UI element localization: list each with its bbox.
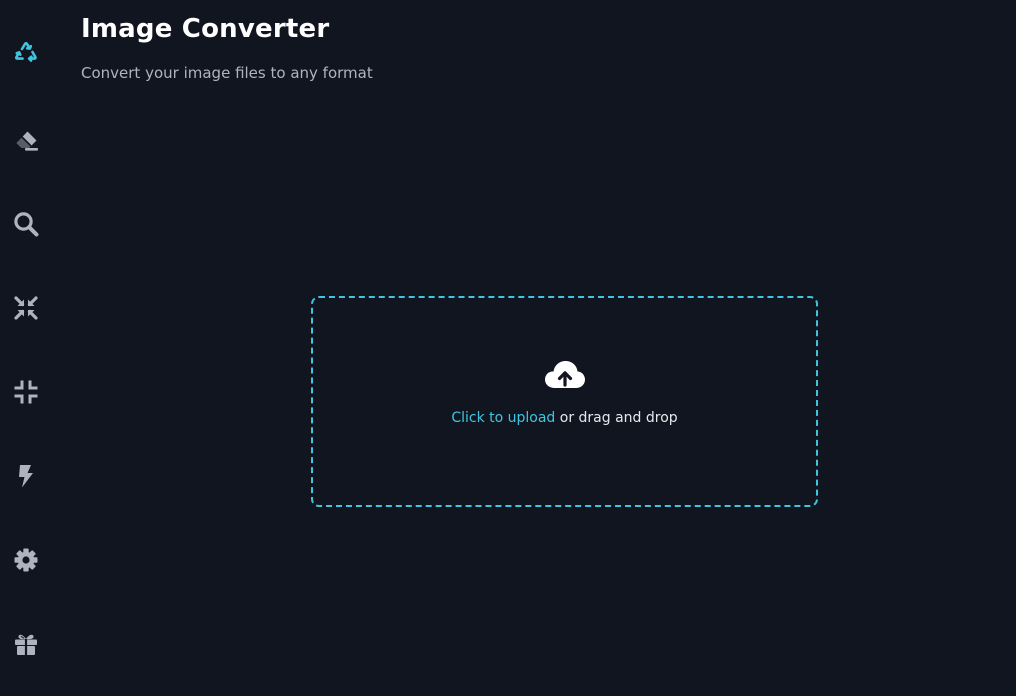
app-window: Image Converter Convert your image files… bbox=[0, 0, 1016, 696]
sidebar bbox=[0, 0, 52, 696]
sidebar-item-image-converter[interactable] bbox=[0, 32, 52, 76]
sidebar-item-settings[interactable] bbox=[0, 538, 52, 582]
sidebar-item-background-remover[interactable] bbox=[0, 118, 52, 162]
compress-arrows-icon bbox=[14, 296, 38, 320]
click-to-upload-link[interactable]: Click to upload bbox=[451, 410, 555, 426]
sidebar-item-compress[interactable] bbox=[0, 370, 52, 414]
upload-instructions: Click to upload or drag and drop bbox=[313, 408, 816, 428]
eraser-icon bbox=[16, 131, 38, 151]
page-header: Image Converter Convert your image files… bbox=[81, 12, 373, 83]
sidebar-item-compress-arrows[interactable] bbox=[0, 286, 52, 330]
compress-icon bbox=[14, 380, 38, 404]
sidebar-item-bolt[interactable] bbox=[0, 454, 52, 498]
gear-icon bbox=[14, 548, 38, 572]
recycle-icon bbox=[14, 41, 37, 62]
page-subtitle: Convert your image files to any format bbox=[81, 64, 373, 82]
gift-icon bbox=[15, 634, 37, 655]
upload-dropzone[interactable]: Click to upload or drag and drop bbox=[311, 296, 818, 507]
search-icon bbox=[14, 212, 39, 237]
bolt-icon bbox=[19, 465, 33, 488]
sidebar-item-search[interactable] bbox=[0, 202, 52, 246]
cloud-upload-icon bbox=[544, 359, 586, 395]
page-title: Image Converter bbox=[81, 14, 330, 44]
sidebar-item-gift[interactable] bbox=[0, 622, 52, 666]
drag-and-drop-text: or drag and drop bbox=[559, 410, 678, 426]
